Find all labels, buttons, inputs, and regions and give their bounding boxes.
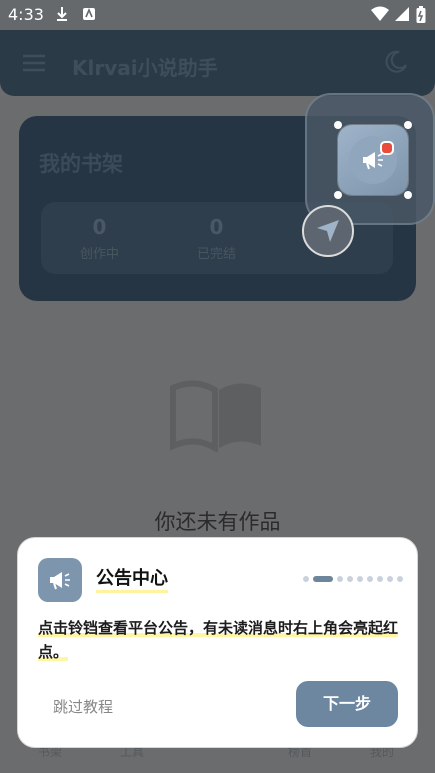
step-dot: [347, 576, 353, 582]
app-notification-icon: [83, 7, 95, 20]
app-title: Klrvai小说助手: [72, 56, 218, 80]
stat-label: 已完结: [196, 247, 236, 262]
dialog-title: 公告中心: [96, 568, 168, 593]
skip-tutorial-link[interactable]: 跳过教程: [53, 696, 113, 717]
unread-dot: [380, 141, 394, 155]
tap-indicator: [302, 205, 354, 257]
download-icon: [57, 7, 67, 21]
cursor-icon: [317, 220, 339, 242]
app-bar: Klrvai小说助手: [0, 30, 435, 96]
stat-value: 0: [92, 215, 107, 239]
step-dot-active: [313, 576, 333, 582]
step-dot: [387, 576, 393, 582]
signal-icon: [395, 7, 409, 21]
moon-icon[interactable]: [384, 50, 408, 74]
wifi-icon: [371, 6, 389, 21]
dialog-body: 点击铃铛查看平台公告，有未读消息时右上角会亮起红点。: [38, 616, 402, 664]
battery-icon: [416, 6, 426, 23]
megaphone-icon: [50, 572, 70, 590]
status-time: 4:33: [8, 5, 44, 24]
dialog-body-text: 点击铃铛查看平台公告，有未读消息时右上角会亮起红点。: [38, 619, 399, 661]
step-dot: [397, 576, 403, 582]
selection-handle: [404, 191, 412, 199]
stat-label: 创作中: [79, 247, 119, 262]
stat-value: 0: [209, 215, 224, 239]
bookshelf-title: 我的书架: [39, 152, 123, 176]
selection-handle: [334, 191, 342, 199]
stat-completed[interactable]: 0 已完结: [158, 202, 275, 274]
step-dot: [367, 576, 373, 582]
step-dot: [357, 576, 363, 582]
dialog-icon: [38, 558, 82, 602]
stat-in-progress[interactable]: 0 创作中: [41, 202, 158, 274]
tutorial-dialog: 公告中心 点击铃铛查看平台公告，有未读消息时右上角会亮起红点。 跳过教程 下一步: [17, 537, 418, 748]
selection-handle: [404, 121, 412, 129]
step-dot: [303, 576, 309, 582]
step-dot: [377, 576, 383, 582]
selection-handle: [334, 121, 342, 129]
step-dot: [337, 576, 343, 582]
status-bar: 4:33: [0, 0, 435, 30]
menu-icon[interactable]: [22, 54, 46, 72]
next-step-button[interactable]: 下一步: [296, 681, 398, 727]
empty-state-message: 你还未有作品: [154, 510, 281, 534]
book-icon: [170, 380, 261, 452]
announcement-button[interactable]: [338, 125, 408, 195]
